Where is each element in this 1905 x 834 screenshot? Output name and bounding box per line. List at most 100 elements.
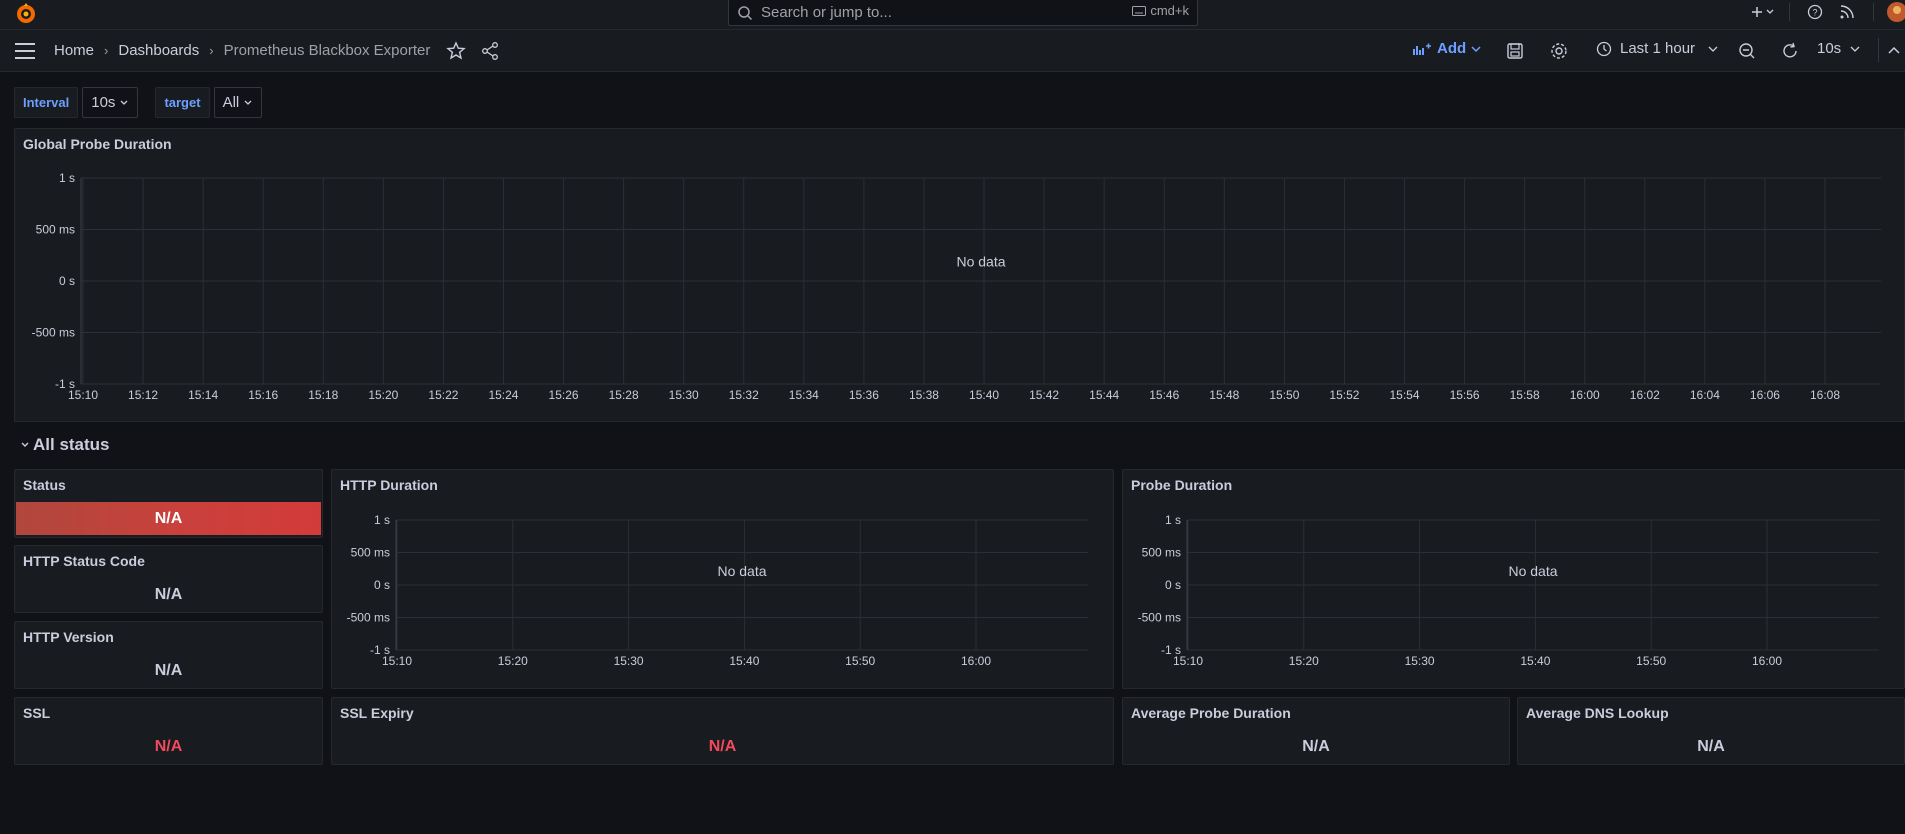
x-tick-label: 15:52 [1329,388,1359,402]
panel-status[interactable]: Status N/A [14,469,323,538]
breadcrumb: Home › Dashboards › Prometheus Blackbox … [54,42,430,59]
panel-average-probe-duration[interactable]: Average Probe Duration N/A [1122,697,1510,765]
ssl-value: N/A [154,738,183,755]
y-tick-label: 1 s [374,513,390,527]
no-data-label: No data [956,254,1005,270]
x-tick-label: 15:28 [609,388,639,402]
y-tick-label: -500 ms [32,326,75,340]
star-icon[interactable] [446,41,466,61]
panel-ssl[interactable]: SSL N/A [14,697,323,765]
variable-select-interval[interactable]: 10s [82,87,139,118]
x-tick-label: 15:50 [845,654,875,668]
x-tick-label: 16:02 [1630,388,1660,402]
breadcrumb-separator: › [104,43,109,58]
avatar-icon [1887,2,1905,22]
ssl-expiry-value: N/A [708,738,737,755]
x-tick-label: 15:14 [188,388,218,402]
x-tick-label: 16:06 [1750,388,1780,402]
rss-icon [1840,5,1854,19]
save-icon[interactable] [1505,41,1525,61]
chevron-down-icon [244,100,252,105]
y-tick-label: 1 s [1165,513,1181,527]
chevron-down-icon [120,100,128,105]
zoom-out-icon[interactable] [1737,41,1757,61]
x-tick-label: 15:54 [1390,388,1420,402]
grafana-logo-icon[interactable] [14,1,38,25]
refresh-interval-label: 10s [1817,40,1842,57]
row-all-status[interactable]: All status [19,435,110,455]
x-tick-label: 15:30 [614,654,644,668]
x-tick-label: 15:16 [248,388,278,402]
variable-label-target: target [155,87,210,118]
y-tick-label: 1 s [59,171,75,185]
news-button[interactable] [1831,0,1863,24]
dashboard-nav-bar: Home › Dashboards › Prometheus Blackbox … [0,30,1905,72]
search-bar[interactable]: Search or jump to... cmd+k [728,0,1198,26]
variable-select-target[interactable]: All [213,87,263,118]
x-tick-label: 15:20 [368,388,398,402]
breadcrumb-home[interactable]: Home [54,42,94,59]
x-tick-label: 15:30 [669,388,699,402]
y-tick-label: 500 ms [36,223,75,237]
help-icon: ? [1807,4,1823,20]
time-range-label: Last 1 hour [1620,40,1696,57]
global-probe-duration-chart: 1 s500 ms0 s-500 ms-1 s15:10 15:12 15:14 15… [32,171,1881,402]
y-tick-label: 500 ms [351,546,390,560]
chevron-up-icon[interactable] [1884,41,1904,61]
add-button[interactable]: Add [1413,40,1482,57]
x-tick-label: 15:50 [1636,654,1666,668]
refresh-interval-picker[interactable]: 10s [1817,40,1861,57]
panel-average-dns-lookup[interactable]: Average DNS Lookup N/A [1517,697,1905,765]
panel-http-status-code[interactable]: HTTP Status Code N/A [14,545,323,613]
x-tick-label: 15:20 [1289,654,1319,668]
x-tick-label: 15:40 [1520,654,1550,668]
panel-title: SSL Expiry [340,705,414,721]
panel-title: HTTP Status Code [23,553,145,569]
share-icon[interactable] [480,41,500,61]
time-range-picker[interactable]: Last 1 hour [1596,40,1719,57]
x-tick-label: 15:56 [1450,388,1480,402]
panel-title: Average Probe Duration [1131,705,1291,721]
breadcrumb-dashboards[interactable]: Dashboards [118,42,199,59]
x-tick-label: 15:18 [308,388,338,402]
add-panel-icon [1413,43,1431,55]
help-button[interactable]: ? [1799,0,1831,24]
average-probe-duration-value: N/A [1302,738,1330,755]
x-tick-label: 15:10 [1173,654,1203,668]
status-value: N/A [16,502,321,535]
keyboard-icon [1132,5,1147,16]
x-tick-label: 15:10 [68,388,98,402]
x-tick-label: 15:26 [549,388,579,402]
breadcrumb-separator: › [209,43,214,58]
panel-http-version[interactable]: HTTP Version N/A [14,621,323,689]
x-tick-label: 16:00 [1752,654,1782,668]
probe-duration-chart: 1 s500 ms0 s-500 ms-1 s15:10 15:20 15:30 15… [1138,513,1879,668]
x-tick-label: 16:00 [1570,388,1600,402]
svg-text:?: ? [1812,8,1817,18]
new-menu-button[interactable] [1747,0,1779,24]
panel-global-probe-duration[interactable]: Global Probe Duration 1 s 500 ms 0 s -500 m… [14,128,1905,422]
panel-title: SSL [23,705,51,721]
top-right-actions: ? [1747,0,1905,24]
x-tick-label: 15:12 [128,388,158,402]
panel-ssl-expiry[interactable]: SSL Expiry N/A [331,697,1114,765]
panel-probe-duration[interactable]: Probe Duration 1 s 500 ms 0 s -500 ms -1 s 15… [1122,469,1905,689]
panel-http-duration[interactable]: HTTP Duration 1 s 500 ms 0 s -500 ms -1 s 15:… [331,469,1114,689]
refresh-icon[interactable] [1780,41,1800,61]
add-label: Add [1437,40,1467,57]
user-avatar[interactable] [1883,0,1905,24]
menu-icon[interactable] [13,40,37,62]
gear-icon[interactable] [1549,41,1569,61]
chevron-down-icon [1850,46,1860,52]
http-version-value: N/A [154,662,183,679]
chevron-down-icon [1708,46,1718,52]
x-tick-label: 15:44 [1089,388,1119,402]
variables-bar: Interval 10s target All [14,87,263,118]
y-tick-label: -500 ms [347,611,390,625]
no-data-label: No data [717,563,766,579]
y-tick-label: 0 s [59,274,75,288]
divider [1863,0,1883,24]
divider [1878,38,1879,62]
panel-title: HTTP Version [23,629,114,645]
top-bar: Search or jump to... cmd+k ? [0,0,1905,30]
